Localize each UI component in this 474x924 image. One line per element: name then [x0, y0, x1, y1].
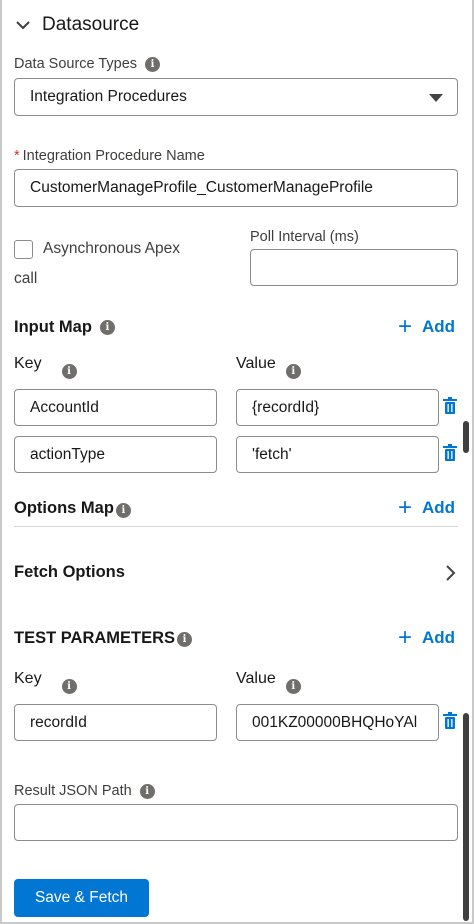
input-map-key-input[interactable]: AccountId: [14, 389, 217, 426]
result-json-path-input[interactable]: [14, 804, 458, 841]
trash-icon[interactable]: [443, 712, 457, 729]
ip-name-label-text: Integration Procedure Name: [22, 148, 205, 164]
ip-name-value: CustomerManageProfile_CustomerManageProf…: [30, 179, 373, 196]
options-map-add-button[interactable]: + Add: [398, 496, 455, 520]
chevron-right-icon: [446, 565, 456, 581]
datasource-types-value: Integration Procedures: [30, 88, 187, 105]
options-map-title: Options Map i: [14, 497, 131, 519]
input-map-key-input[interactable]: actionType: [14, 436, 217, 473]
info-icon: i: [285, 678, 301, 694]
input-map-title: Input Map i: [14, 316, 115, 338]
result-json-path-label: Result JSON Path i: [14, 781, 155, 801]
fetch-options-row[interactable]: Fetch Options: [2, 550, 470, 596]
info-icon: i: [115, 502, 131, 518]
info-icon: i: [145, 56, 161, 72]
test-parameters-value-label: Value i: [236, 669, 301, 694]
info-icon: i: [61, 363, 77, 379]
info-icon: i: [139, 783, 155, 799]
input-map-key-label: Key i: [14, 354, 77, 379]
caret-down-icon: [429, 94, 443, 102]
datasource-section-header[interactable]: Datasource: [14, 10, 139, 40]
async-apex-label-line1: Asynchronous Apex: [43, 240, 181, 257]
info-icon: i: [61, 678, 77, 694]
fetch-options-title: Fetch Options: [14, 563, 125, 581]
input-map-key-label-text: Key: [14, 355, 42, 372]
info-icon: i: [177, 631, 193, 647]
test-parameters-value-value: 001KZ00000BHQHoYAl: [252, 713, 418, 731]
poll-interval-input[interactable]: [250, 249, 458, 286]
chevron-down-icon: [16, 21, 30, 30]
datasource-types-select[interactable]: Integration Procedures: [14, 78, 458, 116]
input-map-add-button[interactable]: + Add: [398, 315, 455, 339]
test-parameters-add-button[interactable]: + Add: [398, 626, 455, 650]
info-icon: i: [99, 319, 115, 335]
async-apex-checkbox[interactable]: [14, 240, 33, 259]
input-map-value-label: Value i: [236, 354, 301, 379]
datasource-types-label: Data Source Types i: [14, 54, 161, 74]
trash-icon[interactable]: [443, 397, 457, 414]
poll-interval-label-text: Poll Interval (ms): [250, 229, 359, 245]
input-map-value-label-text: Value: [236, 355, 276, 372]
save-fetch-button-label: Save & Fetch: [34, 889, 129, 906]
scrollbar-thumb-outer[interactable]: [463, 713, 469, 921]
async-apex-label-line2: call: [14, 270, 38, 287]
ip-name-label: * Integration Procedure Name: [14, 146, 205, 166]
test-parameters-key-value: recordId: [30, 713, 87, 731]
scrollbar-thumb[interactable]: [463, 421, 469, 453]
plus-icon: +: [398, 494, 413, 521]
datasource-types-label-text: Data Source Types: [14, 56, 138, 72]
input-map-value-value: 'fetch': [252, 445, 292, 463]
plus-icon: +: [398, 624, 413, 651]
poll-interval-label: Poll Interval (ms): [250, 227, 359, 247]
input-map-value-value: {recordId}: [252, 398, 320, 416]
save-fetch-button[interactable]: Save & Fetch: [14, 879, 149, 917]
input-map-value-input[interactable]: {recordId}: [236, 389, 439, 426]
input-map-key-value: actionType: [30, 445, 105, 463]
test-parameters-key-input[interactable]: recordId: [14, 704, 217, 741]
options-map-title-text: Options Map: [14, 498, 114, 517]
input-map-key-value: AccountId: [30, 398, 99, 416]
test-parameters-value-label-text: Value: [236, 670, 276, 687]
input-map-title-text: Input Map: [14, 317, 92, 336]
input-map-value-input[interactable]: 'fetch': [236, 436, 439, 473]
required-mark: *: [14, 148, 20, 164]
section-title: Datasource: [42, 14, 140, 35]
test-parameters-title: TEST PARAMETERS i: [14, 627, 193, 649]
info-icon: i: [285, 363, 301, 379]
result-json-path-label-text: Result JSON Path: [14, 783, 132, 799]
input-map-add-label: Add: [422, 317, 456, 336]
test-parameters-value-input[interactable]: 001KZ00000BHQHoYAl: [236, 704, 439, 741]
test-parameters-key-label: Key i: [14, 669, 77, 694]
divider: [14, 526, 458, 527]
test-parameters-add-label: Add: [422, 628, 456, 647]
test-parameters-key-label-text: Key: [14, 670, 42, 687]
test-parameters-title-text: TEST PARAMETERS: [14, 628, 176, 647]
ip-name-input[interactable]: CustomerManageProfile_CustomerManageProf…: [14, 169, 458, 207]
options-map-add-label: Add: [422, 498, 456, 517]
plus-icon: +: [398, 313, 413, 340]
trash-icon[interactable]: [443, 444, 457, 461]
